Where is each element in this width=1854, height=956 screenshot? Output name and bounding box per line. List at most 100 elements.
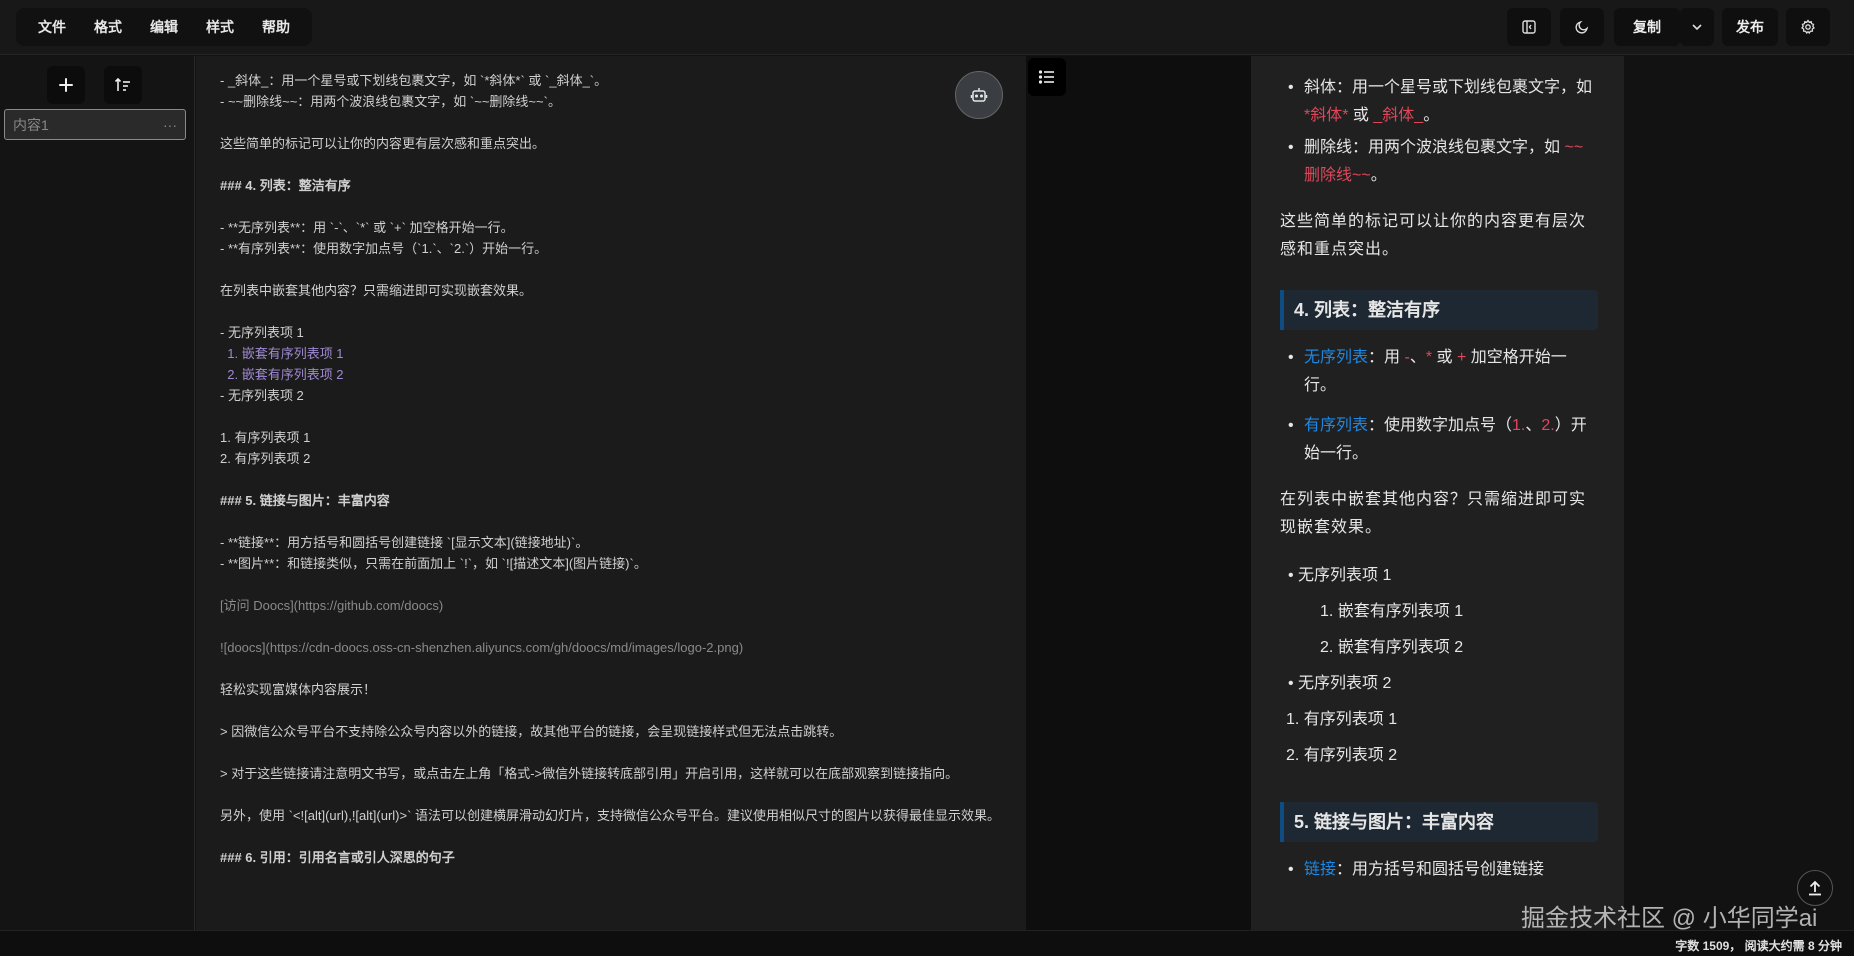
ai-assistant-button[interactable] [955,71,1003,119]
inline-code: *斜体* [1304,107,1349,124]
preview-text: 或 [1352,107,1369,124]
preview-heading-5: 5. 链接与图片：丰富内容 [1280,802,1598,842]
editor-line: ### 5. 链接与图片：丰富内容 [220,493,390,508]
editor-line: - _斜体_：用一个星号或下划线包裹文字，如 `*斜体*` 或 `_斜体_`。 [220,73,608,88]
copy-dropdown-button[interactable] [1680,8,1714,46]
inline-code: _斜体_ [1373,107,1424,124]
editor-line: - 无序列表项 2 [220,388,304,403]
editor-line: 2. 有序列表项 2 [220,451,311,466]
editor-line: [访问 Doocs](https://github.com/doocs) [220,598,444,613]
preview-list: • 无序列表项 1 1. 嵌套有序列表项 1 2. 嵌套有序列表项 2 • 无序… [1280,558,1598,774]
editor-line: > 因微信公众号平台不支持除公众号内容以外的链接，故其他平台的链接，会呈现链接样… [220,724,843,739]
word-count: 字数 1509， 阅读大约需 8 分钟 [1675,939,1842,953]
add-post-button[interactable] [47,66,85,104]
preview-strong: 无序列表 [1304,349,1369,366]
editor-line: - **无序列表**：用 `-`、`*` 或 `+` 加空格开始一行。 [220,220,514,235]
preview-text: ：用 [1368,349,1401,366]
editor-line: 1. 嵌套有序列表项 1 [220,346,344,361]
sort-posts-button[interactable] [104,66,142,104]
preview-text: 删除线：用两个波浪线包裹文字，如 [1304,139,1561,156]
preview-text: 斜体：用一个星号或下划线包裹文字，如 [1304,79,1593,96]
preview-paragraph: 在列表中嵌套其他内容？只需缩进即可实现嵌套效果。 [1280,491,1587,536]
inline-code: + [1456,349,1467,366]
editor-line: > 对于这些链接请注意明文书写，或点击左上角「格式->微信外链接转底部引用」开启… [220,766,959,781]
editor-line: 轻松实现富媒体内容展示！ [220,682,377,697]
menu-help[interactable]: 帮助 [248,17,304,37]
editor-line: ### 4. 列表：整洁有序 [220,178,351,193]
menu-format[interactable]: 格式 [80,17,136,37]
copy-button[interactable]: 复制 [1614,8,1680,46]
menu-bar: 文件 格式 编辑 样式 帮助 [16,8,312,46]
theme-toggle-button[interactable] [1560,8,1604,46]
menu-file[interactable]: 文件 [24,17,80,37]
toc-button[interactable] [1028,58,1066,96]
list-item: 1. 嵌套有序列表项 1 [1320,603,1464,620]
list-icon [1038,70,1054,84]
editor-line: - **有序列表**：使用数字加点号（`1.`、`2.`）开始一行。 [220,241,548,256]
editor-line: - ~~删除线~~：用两个波浪线包裹文字，如 `~~删除线~~`。 [220,94,561,109]
list-item: 2. 有序列表项 2 [1286,747,1398,764]
sidebar: 内容1 ··· [0,56,195,930]
toggle-panel-button[interactable] [1507,8,1551,46]
status-bar: 字数 1509， 阅读大约需 8 分钟 [0,930,1854,956]
preview-strong: 有序列表 [1304,417,1369,434]
editor-content: - _斜体_：用一个星号或下划线包裹文字，如 `*斜体*` 或 `_斜体_`。 -… [196,70,1026,868]
preview-text: 、 [1525,417,1542,434]
sort-icon [114,77,130,91]
list-item: 1. 有序列表项 1 [1286,711,1398,728]
preview-ordered-item: 有序列表：使用数字加点号（1.、2.）开始一行。 [1280,412,1598,468]
menu-style[interactable]: 样式 [192,17,248,37]
post-item-label: 内容1 [13,116,49,133]
copy-label: 复制 [1633,19,1661,35]
inline-code: 2. [1541,417,1555,434]
plus-icon [59,78,73,92]
more-icon[interactable]: ··· [163,117,177,133]
preview-strong: 链接 [1304,861,1337,878]
editor-line: 这些简单的标记可以让你的内容更有层次感和重点突出。 [220,136,546,151]
editor-line: 另外，使用 `<![alt](url),![alt](url)>` 语法可以创建… [220,808,1001,823]
publish-label: 发布 [1736,19,1764,35]
preview-gutter [1026,56,1251,930]
top-bar: 文件 格式 编辑 样式 帮助 复制 发布 [0,0,1854,55]
inline-code: 1. [1512,417,1526,434]
preview-text: 或 [1436,349,1453,366]
right-gutter [1624,56,1854,930]
editor-line: 2. 嵌套有序列表项 2 [220,367,344,382]
markdown-editor[interactable]: - _斜体_：用一个星号或下划线包裹文字，如 `*斜体*` 或 `_斜体_`。 -… [196,56,1026,930]
publish-button[interactable]: 发布 [1722,8,1778,46]
preview-unordered-item: 无序列表：用 -、* 或 + 加空格开始一行。 [1280,344,1598,400]
preview-paragraph: 这些简单的标记可以让你的内容更有层次感和重点突出。 [1280,213,1587,258]
editor-line: - 无序列表项 1 [220,325,304,340]
list-item: • 无序列表项 1 [1288,567,1392,584]
chevron-down-icon [1692,24,1702,31]
preview-text: ：使用数字加点号（ [1368,417,1513,434]
settings-button[interactable] [1786,8,1830,46]
post-item[interactable]: 内容1 ··· [4,109,186,140]
preview-text: 。 [1370,167,1387,184]
panel-icon [1522,20,1536,34]
preview-heading-4: 4. 列表：整洁有序 [1280,290,1598,330]
menu-edit[interactable]: 编辑 [136,17,192,37]
editor-line: 1. 有序列表项 1 [220,430,311,445]
preview-text: 、 [1409,349,1426,366]
preview-text: ：用方括号和圆括号创建链接 [1336,861,1545,878]
inline-code: * [1425,349,1433,366]
preview-italic-item: 斜体：用一个星号或下划线包裹文字，如 *斜体* 或 _斜体_。 [1280,74,1598,130]
list-item: 2. 嵌套有序列表项 2 [1320,639,1464,656]
preview-pane: 斜体：用一个星号或下划线包裹文字，如 *斜体* 或 _斜体_。 删除线：用两个波… [1251,56,1624,930]
preview-text: 。 [1423,107,1440,124]
list-item: • 无序列表项 2 [1288,675,1392,692]
